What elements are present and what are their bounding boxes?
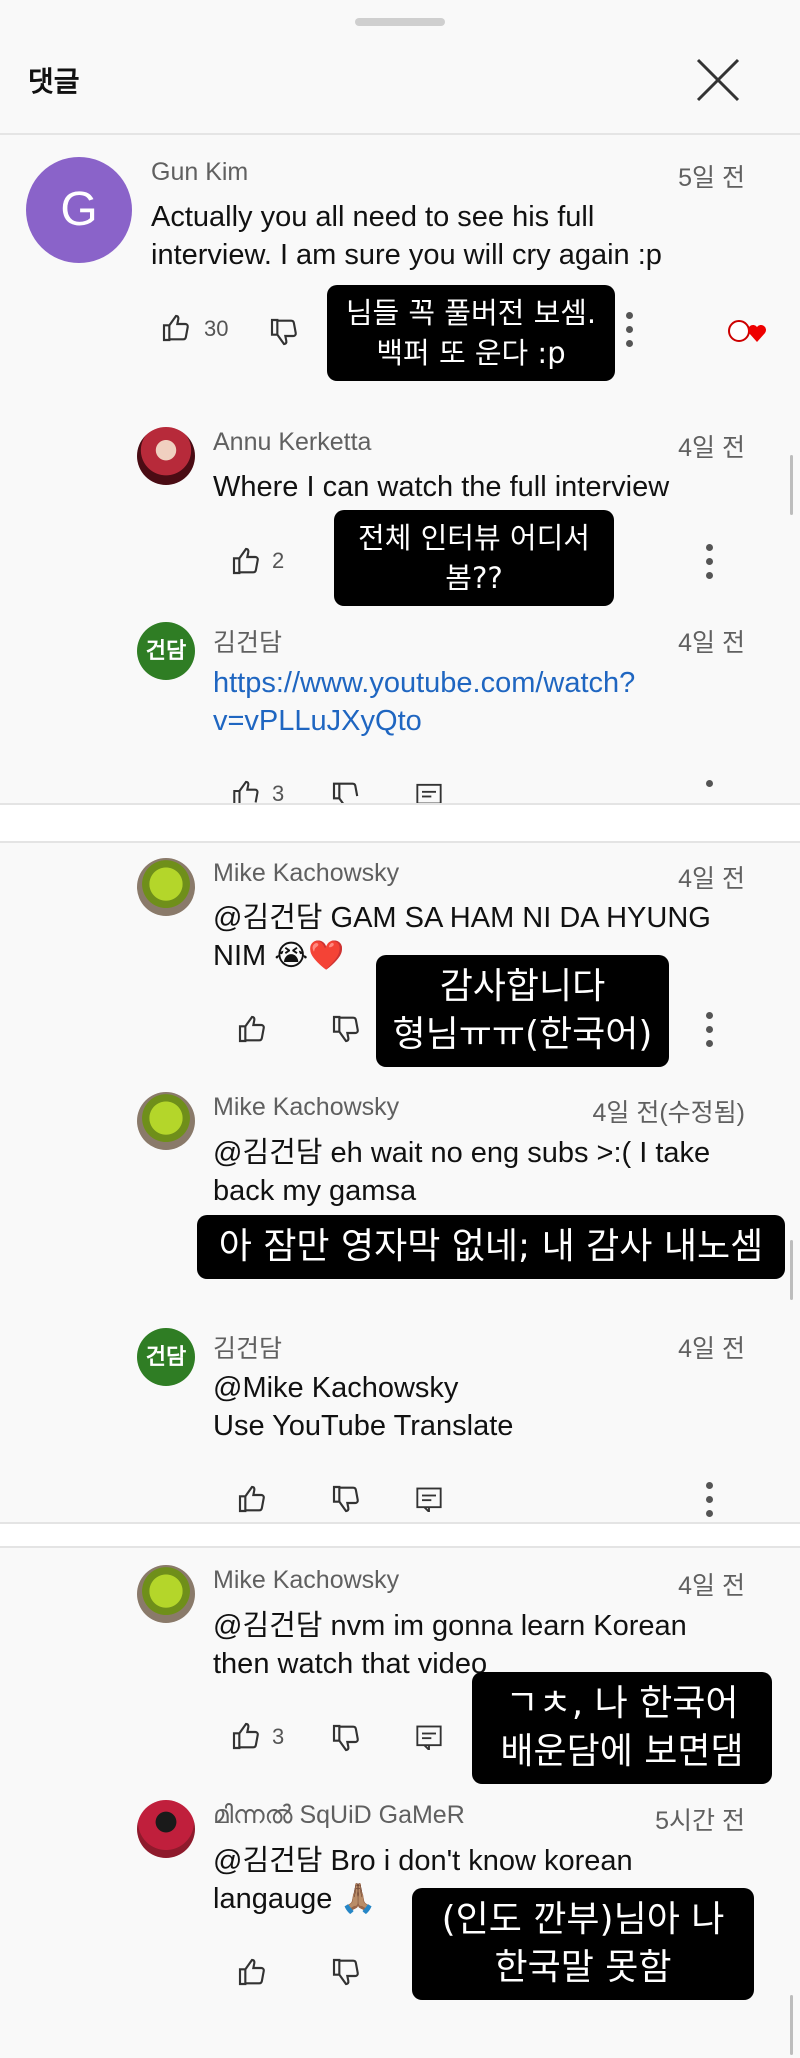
comment-author[interactable]: മിന്നൽ SqUiD GaMeR <box>213 1801 465 1830</box>
close-icon[interactable] <box>690 52 746 108</box>
dislike-icon[interactable] <box>330 1013 362 1045</box>
comment-author[interactable]: Annu Kerketta <box>213 428 371 457</box>
comment-time: 5시간 전 <box>655 1807 745 1835</box>
comment-text: @김건담 eh wait no eng subs >:( I take back… <box>213 1137 711 1207</box>
comment-time: 4일 전 <box>678 865 745 893</box>
comment-text: @Mike Kachowsky Use YouTube Translate <box>213 1372 514 1442</box>
comment-author[interactable]: 김건담 <box>213 1329 282 1365</box>
like-icon[interactable] <box>160 312 192 344</box>
avatar[interactable] <box>137 1565 195 1623</box>
comment-text: Actually you all need to see his full in… <box>151 201 662 271</box>
creator-heart-icon <box>728 320 766 342</box>
comment-author[interactable]: Mike Kachowsky <box>213 1566 399 1595</box>
comment-author[interactable]: Mike Kachowsky <box>213 859 399 888</box>
scrollbar[interactable] <box>790 1240 793 1300</box>
comment-author[interactable]: Gun Kim <box>151 158 248 187</box>
comment-author[interactable]: Mike Kachowsky <box>213 1093 399 1122</box>
more-options-icon[interactable] <box>706 544 714 586</box>
comment-time: 4일 전(수정됨) <box>592 1099 745 1127</box>
more-options-icon[interactable] <box>706 1482 714 1524</box>
more-options-icon[interactable] <box>706 1012 714 1054</box>
sheet-drag-handle[interactable] <box>355 18 445 26</box>
more-options-icon[interactable] <box>626 312 634 354</box>
subtitle-caption: 전체 인터뷰 어디서 봄?? <box>334 510 614 606</box>
dislike-icon[interactable] <box>330 782 362 804</box>
comment-author[interactable]: 김건담 <box>213 623 282 659</box>
comment-time: 4일 전 <box>678 629 745 657</box>
avatar[interactable]: G <box>26 157 132 263</box>
page-title: 댓글 <box>28 66 80 97</box>
thread-separator <box>0 1522 800 1548</box>
more-options-icon[interactable] <box>706 780 714 794</box>
like-count: 3 <box>272 1724 285 1749</box>
like-icon[interactable] <box>230 1720 262 1752</box>
like-icon[interactable] <box>230 778 262 804</box>
avatar[interactable] <box>137 427 195 485</box>
comment-time: 4일 전 <box>678 1572 745 1600</box>
dislike-icon[interactable] <box>330 1483 362 1515</box>
subtitle-caption: 감사합니다 형님ㅠㅠ(한국어) <box>376 955 669 1067</box>
like-count: 30 <box>204 316 229 341</box>
like-icon[interactable] <box>236 1013 268 1045</box>
scrollbar[interactable] <box>790 1995 793 2055</box>
dislike-icon[interactable] <box>330 1956 362 1988</box>
reply-icon[interactable] <box>415 1486 443 1512</box>
header-divider <box>0 133 800 135</box>
scrollbar[interactable] <box>790 455 793 515</box>
reply-icon[interactable] <box>415 1724 443 1750</box>
avatar[interactable]: 건담 <box>137 1328 195 1386</box>
like-icon[interactable] <box>236 1956 268 1988</box>
subtitle-caption: 아 잠만 영자막 없네; 내 감사 내노셈 <box>197 1215 785 1279</box>
dislike-icon[interactable] <box>268 316 300 348</box>
avatar[interactable]: 건담 <box>137 622 195 680</box>
like-icon[interactable] <box>236 1483 268 1515</box>
comment-text: Where I can watch the full interview <box>213 471 670 503</box>
comment-time: 4일 전 <box>678 1335 745 1363</box>
avatar[interactable] <box>137 858 195 916</box>
subtitle-caption: (인도 깐부)님아 나 한국말 못함 <box>412 1888 754 2000</box>
comment-time: 5일 전 <box>678 164 745 192</box>
comment-time: 4일 전 <box>678 434 745 462</box>
reply-icon[interactable] <box>415 782 443 804</box>
dislike-icon[interactable] <box>330 1722 362 1754</box>
like-icon[interactable] <box>230 545 262 577</box>
subtitle-caption: ㄱㅊ, 나 한국어 배운담에 보면댐 <box>472 1672 772 1784</box>
avatar[interactable] <box>137 1092 195 1150</box>
thread-separator <box>0 803 800 843</box>
like-count: 2 <box>272 548 285 573</box>
comment-link[interactable]: https://www.youtube.com/watch? v=vPLLuJX… <box>213 664 773 740</box>
avatar[interactable] <box>137 1800 195 1858</box>
subtitle-caption: 님들 꼭 풀버전 보셈. 백퍼 또 운다 :p <box>327 285 615 381</box>
